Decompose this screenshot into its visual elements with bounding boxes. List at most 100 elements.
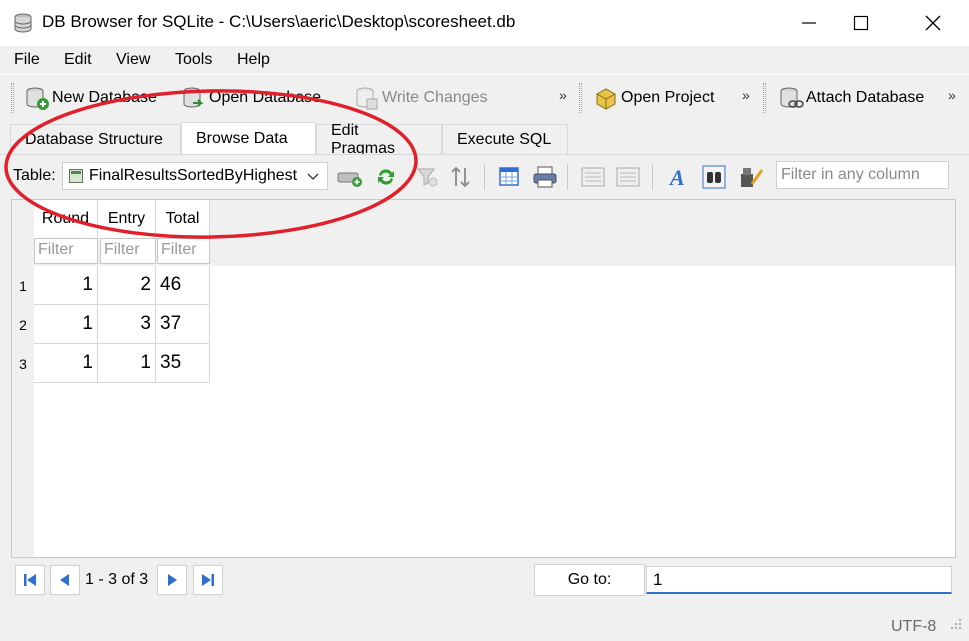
close-button[interactable] [910, 0, 956, 46]
write-changes-icon [356, 87, 378, 110]
window-title: DB Browser for SQLite - C:\Users\aeric\D… [42, 12, 516, 31]
table-cell[interactable]: 3 [98, 305, 156, 344]
binoculars-icon [702, 165, 726, 189]
table-select[interactable]: FinalResultsSortedByHighest [62, 162, 328, 190]
toolbar-overflow-icon[interactable]: » [948, 87, 956, 103]
write-changes-label: Write Changes [382, 89, 488, 106]
save-table-icon [499, 167, 519, 186]
skip-first-icon [24, 574, 36, 586]
toolbar-grip[interactable] [579, 83, 582, 113]
maximize-button[interactable] [838, 0, 884, 46]
table-icon [69, 169, 83, 183]
encoding-label: UTF-8 [891, 618, 937, 635]
table-cell[interactable]: 1 [98, 344, 156, 383]
first-record-button[interactable] [15, 565, 45, 595]
attach-database-icon [780, 87, 804, 108]
resize-grip-icon[interactable] [950, 618, 962, 630]
table-cell[interactable]: 35 [156, 344, 210, 383]
column-header-round[interactable]: Round [34, 200, 98, 238]
filter-any-column-input[interactable]: Filter in any column [776, 161, 949, 189]
next-icon [168, 574, 177, 586]
table-cell[interactable]: 1 [34, 266, 98, 305]
minimize-icon [802, 22, 816, 24]
menu-file[interactable]: File [14, 51, 40, 69]
sort-button[interactable] [446, 162, 476, 192]
goto-input[interactable]: 1 [646, 566, 952, 594]
open-project-button[interactable]: Open Project [593, 81, 714, 115]
delete-values-icon [616, 167, 640, 187]
minimize-button[interactable] [786, 0, 832, 46]
skip-last-icon [202, 574, 214, 586]
new-record-button[interactable] [335, 162, 365, 192]
row-number[interactable]: 3 [12, 344, 34, 383]
open-database-icon [183, 87, 204, 108]
save-table-as-button[interactable] [495, 162, 525, 192]
menu-edit[interactable]: Edit [64, 51, 92, 69]
attach-database-label: Attach Database [806, 89, 925, 106]
toolbar-grip[interactable] [763, 83, 766, 113]
toolbar-separator [652, 164, 653, 190]
filter-total-input[interactable]: Filter [157, 238, 210, 264]
attach-database-button[interactable]: Attach Database [778, 81, 924, 115]
new-database-icon [26, 87, 49, 110]
previous-record-button[interactable] [50, 565, 80, 595]
menu-bar: File Edit View Tools Help [0, 46, 969, 74]
record-count: 1 - 3 of 3 [85, 571, 149, 588]
refresh-button[interactable] [371, 162, 401, 192]
font-button[interactable]: A [663, 162, 693, 192]
filter-entry-input[interactable]: Filter [100, 238, 156, 264]
menu-tools[interactable]: Tools [175, 51, 212, 69]
svg-text:A: A [668, 165, 685, 189]
conditional-format-button[interactable] [736, 162, 766, 192]
close-icon [925, 15, 941, 31]
add-record-icon [337, 172, 362, 187]
new-database-button[interactable]: New Database [24, 81, 157, 115]
column-header-entry[interactable]: Entry [98, 200, 156, 238]
status-bar: UTF-8 [0, 612, 969, 641]
previous-icon [60, 574, 69, 586]
row-number[interactable]: 2 [12, 305, 34, 344]
table-label: Table: [13, 167, 56, 184]
toolbar-overflow-icon[interactable]: » [742, 87, 750, 103]
toolbar-overflow-icon[interactable]: » [559, 87, 567, 103]
open-project-label: Open Project [621, 89, 715, 106]
record-navigation-bar: 1 - 3 of 3 Go to: 1 [0, 560, 969, 600]
title-bar: DB Browser for SQLite - C:\Users\aeric\D… [0, 0, 969, 46]
toolbar-grip[interactable] [11, 83, 14, 113]
insert-values-icon [581, 167, 605, 187]
tab-database-structure[interactable]: Database Structure [10, 124, 181, 154]
maximize-icon [853, 15, 869, 31]
filter-round-input[interactable]: Filter [34, 238, 98, 264]
menu-view[interactable]: View [116, 51, 150, 69]
delete-values-button[interactable] [613, 162, 643, 192]
clear-filter-icon [417, 168, 438, 187]
clear-filters-button[interactable] [412, 162, 442, 192]
row-number[interactable]: 1 [12, 266, 34, 305]
insert-values-button[interactable] [578, 162, 608, 192]
toolbar-separator [484, 164, 485, 190]
font-icon: A [668, 165, 685, 189]
table-cell[interactable]: 1 [34, 344, 98, 383]
print-button[interactable] [530, 162, 560, 192]
tab-edit-pragmas[interactable]: Edit Pragmas [316, 122, 442, 157]
tab-browse-data[interactable]: Browse Data [181, 122, 316, 154]
open-project-icon [596, 88, 616, 110]
next-record-button[interactable] [157, 565, 187, 595]
find-button[interactable] [699, 162, 729, 192]
menu-help[interactable]: Help [237, 51, 270, 69]
table-cell[interactable]: 37 [156, 305, 210, 344]
print-icon [533, 166, 557, 188]
goto-button[interactable]: Go to: [534, 564, 645, 596]
tab-execute-sql[interactable]: Execute SQL [442, 124, 568, 154]
table-cell[interactable]: 46 [156, 266, 210, 305]
table-select-value: FinalResultsSortedByHighest [89, 167, 298, 184]
write-changes-button[interactable]: Write Changes [354, 81, 488, 115]
table-cell[interactable]: 2 [98, 266, 156, 305]
new-database-label: New Database [52, 89, 157, 106]
column-header-total[interactable]: Total [156, 200, 210, 238]
paint-brush-icon [741, 168, 764, 187]
open-database-button[interactable]: Open Database [181, 81, 321, 115]
data-grid[interactable]: Round Entry Total Filter Filter Filter 1… [11, 199, 956, 558]
table-cell[interactable]: 1 [34, 305, 98, 344]
last-record-button[interactable] [193, 565, 223, 595]
